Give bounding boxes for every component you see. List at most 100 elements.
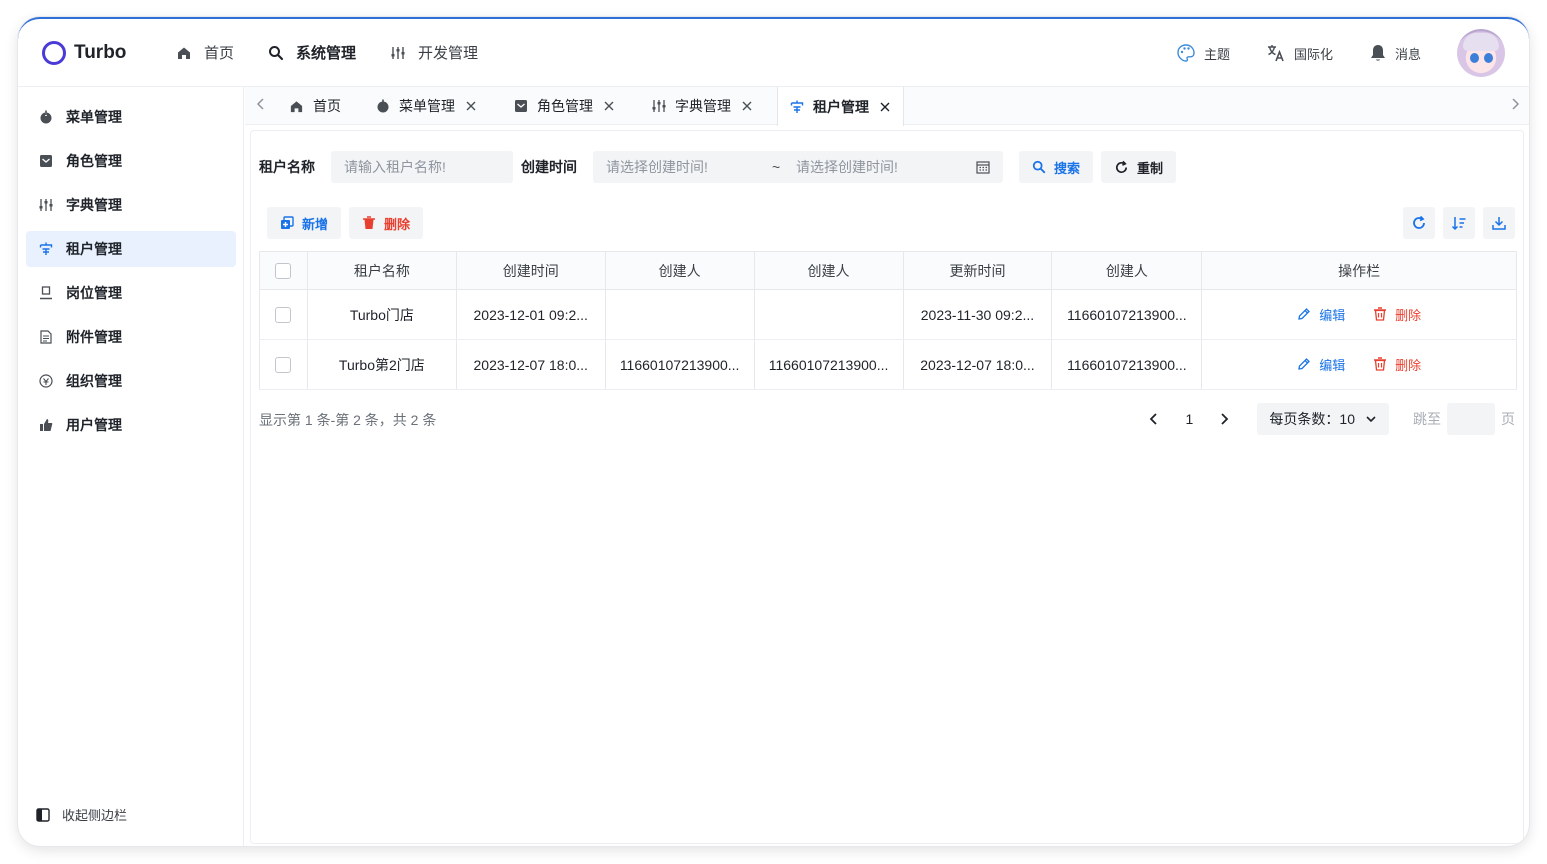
create-time-range-picker[interactable]: 请选择创建时间! ~ 请选择创建时间! <box>593 151 1003 183</box>
cell-tenant-name: Turbo第2门店 <box>307 339 457 390</box>
cell-create-time: 2023-12-07 18:0... <box>456 339 606 390</box>
delete-button[interactable]: 删除 <box>1373 355 1421 374</box>
logo-ring-icon <box>42 40 66 65</box>
i18n-label: 国际化 <box>1293 46 1333 62</box>
search-button[interactable]: 搜索 <box>1019 151 1094 183</box>
tenant-table: 租户名称 创建时间 创建人 创建人 更新时间 创建人 操作栏 Turbo门店 2… <box>259 251 1517 390</box>
edit-button[interactable]: 编辑 <box>1297 305 1345 324</box>
sidebar-item-org[interactable]: 组织管理 <box>26 363 236 399</box>
tab-home[interactable]: 首页 <box>289 87 341 125</box>
tab-role[interactable]: 角色管理 <box>514 87 615 125</box>
bell-icon <box>1369 43 1387 63</box>
avatar-eye-right <box>1484 53 1493 63</box>
sidebar-item-user[interactable]: 用户管理 <box>26 407 236 443</box>
dict-icon <box>652 99 666 113</box>
logo[interactable]: Turbo <box>42 40 160 65</box>
cell-creator: 11660107213900... <box>605 339 755 390</box>
row-select[interactable] <box>259 289 308 340</box>
table-toolbar: 新增 删除 <box>267 207 424 239</box>
sidebar-item-label: 角色管理 <box>66 153 122 169</box>
add-icon <box>280 216 294 230</box>
tab-label: 角色管理 <box>537 98 593 114</box>
column-header: 创建时间 <box>456 251 606 290</box>
translate-icon <box>1266 43 1286 63</box>
row-checkbox[interactable] <box>275 357 292 374</box>
role-icon <box>26 154 66 168</box>
page-size-value: 10 <box>1339 411 1355 427</box>
theme-button[interactable]: 主题 <box>1176 43 1230 63</box>
tab-tenant[interactable]: 租户管理 <box>777 87 904 126</box>
user-icon <box>26 418 66 432</box>
tab-scroll-left-icon[interactable] <box>255 97 267 114</box>
delete-label: 删除 <box>1395 307 1422 323</box>
close-icon[interactable] <box>879 101 891 113</box>
topnav-home[interactable]: 首页 <box>176 42 234 63</box>
user-avatar[interactable] <box>1457 29 1505 77</box>
row-select[interactable] <box>259 339 308 390</box>
palette-icon <box>1176 43 1196 63</box>
column-header: 租户名称 <box>307 251 457 290</box>
home-icon <box>176 45 192 61</box>
topnav-system[interactable]: 系统管理 <box>268 42 356 63</box>
end-time-placeholder: 请选择创建时间! <box>796 159 898 175</box>
tab-label: 字典管理 <box>675 98 731 114</box>
close-icon[interactable] <box>741 100 753 112</box>
start-time-placeholder: 请选择创建时间! <box>606 159 708 175</box>
tab-dict[interactable]: 字典管理 <box>652 87 753 125</box>
dict-icon <box>26 198 66 212</box>
close-icon[interactable] <box>465 100 477 112</box>
cell-tenant-name: Turbo门店 <box>307 289 457 340</box>
reset-button-label: 重制 <box>1137 160 1164 176</box>
delete-button-label: 删除 <box>384 216 411 232</box>
prev-page-icon[interactable] <box>1139 412 1169 426</box>
trash-icon <box>1373 307 1387 321</box>
collapse-label: 收起侧边栏 <box>62 808 128 823</box>
tab-label: 租户管理 <box>813 98 869 115</box>
jump-label: 跳至 <box>1413 411 1441 427</box>
messages-button[interactable]: 消息 <box>1369 43 1421 63</box>
page-size-label: 每页条数： <box>1269 411 1340 427</box>
next-page-icon[interactable] <box>1209 412 1239 426</box>
tab-scroll-right-icon[interactable] <box>1509 97 1521 114</box>
tab-menu[interactable]: 菜单管理 <box>376 87 477 125</box>
refresh-table-button[interactable] <box>1403 207 1435 239</box>
page-size-select[interactable]: 每页条数： 10 <box>1257 403 1389 435</box>
sidebar-item-dict[interactable]: 字典管理 <box>26 187 236 223</box>
select-all-checkbox[interactable] <box>275 263 292 280</box>
cell-creator: 11660107213900... <box>1051 339 1203 390</box>
collapse-sidebar-button[interactable]: 收起侧边栏 <box>36 805 127 824</box>
sidebar-item-post[interactable]: 岗位管理 <box>26 275 236 311</box>
table-header-row: 租户名称 创建时间 创建人 创建人 更新时间 创建人 操作栏 <box>259 251 1517 290</box>
header-select-all[interactable] <box>259 251 308 290</box>
header-actions: 主题 国际化 消息 <box>1176 19 1505 87</box>
add-button[interactable]: 新增 <box>267 207 342 239</box>
refresh-icon <box>1411 215 1427 231</box>
i18n-button[interactable]: 国际化 <box>1266 43 1333 63</box>
topnav-dev[interactable]: 开发管理 <box>390 42 478 63</box>
sidebar-item-role[interactable]: 角色管理 <box>26 143 236 179</box>
reset-button[interactable]: 重制 <box>1101 151 1177 183</box>
row-checkbox[interactable] <box>275 307 292 324</box>
calendar-icon[interactable] <box>976 160 990 174</box>
delete-button[interactable]: 删除 <box>1373 305 1421 324</box>
export-button[interactable] <box>1483 207 1515 239</box>
batch-delete-button[interactable]: 删除 <box>349 207 424 239</box>
close-icon[interactable] <box>603 100 615 112</box>
cell-creator: 11660107213900... <box>1051 289 1203 340</box>
tenant-name-input[interactable]: 请输入租户名称! <box>331 151 513 183</box>
filter-bar: 租户名称 请输入租户名称! 创建时间 请选择创建时间! ~ 请选择创建时间! 搜… <box>259 151 1177 183</box>
column-header: 创建人 <box>754 251 904 290</box>
download-icon <box>1491 215 1507 231</box>
sidebar-item-menu[interactable]: 菜单管理 <box>26 99 236 135</box>
search-icon <box>1032 160 1046 174</box>
file-icon <box>26 330 66 344</box>
edit-button[interactable]: 编辑 <box>1297 355 1345 374</box>
jump-page-input[interactable] <box>1447 403 1495 435</box>
sidebar-item-tenant[interactable]: 租户管理 <box>26 231 236 267</box>
current-page[interactable]: 1 <box>1169 411 1209 427</box>
cell-actions: 编辑 删除 <box>1201 339 1517 390</box>
messages-label: 消息 <box>1394 46 1421 62</box>
sidebar-item-file[interactable]: 附件管理 <box>26 319 236 355</box>
sort-button[interactable] <box>1443 207 1475 239</box>
refresh-icon <box>1114 160 1129 175</box>
